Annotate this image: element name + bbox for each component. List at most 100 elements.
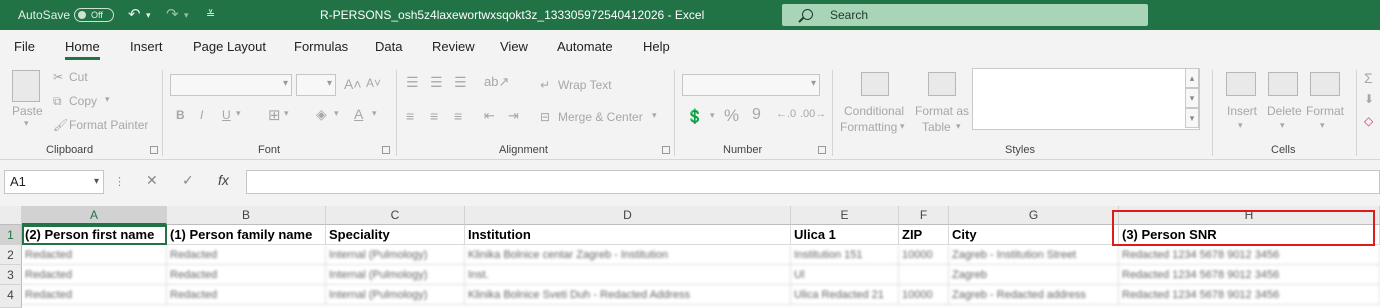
- table-cell[interactable]: Inst.: [465, 265, 791, 285]
- formula-input[interactable]: [246, 170, 1380, 194]
- alignment-launcher-icon[interactable]: [662, 146, 670, 154]
- tab-help[interactable]: Help: [643, 39, 670, 54]
- select-all-corner[interactable]: [0, 206, 22, 225]
- delete-dropdown-icon[interactable]: ▾: [1280, 120, 1285, 131]
- table-cell[interactable]: [899, 265, 949, 285]
- tab-data[interactable]: Data: [375, 39, 402, 54]
- autosum-icon[interactable]: Σ: [1364, 70, 1373, 86]
- table-cell[interactable]: Zagreb: [949, 265, 1119, 285]
- enter-icon[interactable]: ✓: [182, 172, 194, 189]
- underline-dropdown-icon[interactable]: ▾: [236, 108, 241, 119]
- font-color-icon[interactable]: A: [354, 106, 363, 122]
- column-header-f[interactable]: F: [899, 206, 949, 225]
- tab-page-layout[interactable]: Page Layout: [193, 39, 266, 54]
- header-cell-speciality[interactable]: Speciality: [326, 225, 465, 245]
- merge-dropdown-icon[interactable]: ▾: [652, 110, 657, 121]
- name-box[interactable]: A1: [4, 170, 104, 194]
- table-cell[interactable]: Redacted 1234 5678 9012 3456: [1119, 285, 1380, 305]
- fill-color-icon[interactable]: ◈: [316, 106, 327, 123]
- tab-insert[interactable]: Insert: [130, 39, 163, 54]
- header-cell-ulica[interactable]: Ulica 1: [791, 225, 899, 245]
- tab-file[interactable]: File: [14, 39, 35, 54]
- table-cell[interactable]: Ulica Redacted 21: [791, 285, 899, 305]
- header-cell-person-family-name[interactable]: (1) Person family name: [167, 225, 326, 245]
- styles-scroll-down-icon[interactable]: ▾: [1185, 88, 1199, 108]
- align-center-icon[interactable]: ≡: [430, 108, 438, 124]
- align-top-icon[interactable]: ☰: [406, 74, 419, 91]
- copy-button[interactable]: Copy: [69, 94, 97, 108]
- fill-color-dropdown-icon[interactable]: ▾: [334, 108, 339, 119]
- number-format-combo[interactable]: [682, 74, 820, 96]
- decrease-font-icon[interactable]: A˅: [366, 76, 381, 90]
- table-cell[interactable]: Redacted: [167, 285, 326, 305]
- table-cell[interactable]: Redacted: [22, 285, 167, 305]
- column-header-a[interactable]: A: [22, 206, 167, 225]
- borders-icon[interactable]: ⊞: [268, 106, 281, 124]
- conditional-formatting-button[interactable]: Conditional: [844, 104, 904, 118]
- tab-home[interactable]: Home: [65, 39, 100, 60]
- copy-dropdown-icon[interactable]: ▾: [105, 94, 110, 105]
- number-launcher-icon[interactable]: [818, 146, 826, 154]
- increase-decimal-icon[interactable]: ←.0: [776, 108, 796, 120]
- table-cell[interactable]: Internal (Pulmology): [326, 285, 465, 305]
- undo-dropdown-icon[interactable]: ▾: [146, 0, 151, 30]
- customize-quick-access-icon[interactable]: ≚: [206, 0, 215, 30]
- cut-button[interactable]: Cut: [69, 70, 88, 84]
- table-cell[interactable]: Zagreb - Redacted address: [949, 285, 1119, 305]
- column-header-b[interactable]: B: [167, 206, 326, 225]
- merge-center-button[interactable]: Merge & Center: [558, 110, 643, 124]
- table-cell[interactable]: Klinika Bolnice Sveti Duh - Redacted Add…: [465, 285, 791, 305]
- column-header-g[interactable]: G: [949, 206, 1119, 225]
- row-header-2[interactable]: 2: [0, 245, 22, 265]
- table-cell[interactable]: 10000: [899, 285, 949, 305]
- italic-button[interactable]: I: [200, 108, 203, 122]
- column-header-c[interactable]: C: [326, 206, 465, 225]
- borders-dropdown-icon[interactable]: ▾: [284, 108, 289, 119]
- insert-dropdown-icon[interactable]: ▾: [1238, 120, 1243, 131]
- table-cell[interactable]: Redacted: [167, 245, 326, 265]
- align-middle-icon[interactable]: ☰: [430, 74, 443, 91]
- format-dropdown-icon[interactable]: ▾: [1320, 120, 1325, 131]
- column-header-e[interactable]: E: [791, 206, 899, 225]
- row-header-4[interactable]: 4: [0, 285, 22, 308]
- format-painter-button[interactable]: Format Painter: [69, 118, 148, 132]
- font-launcher-icon[interactable]: [382, 146, 390, 154]
- table-cell[interactable]: Redacted: [22, 265, 167, 285]
- decrease-indent-icon[interactable]: ⇤: [484, 108, 495, 124]
- paste-button[interactable]: Paste: [12, 104, 43, 118]
- font-name-combo[interactable]: [170, 74, 292, 96]
- format-cells-button[interactable]: Format: [1306, 104, 1344, 118]
- header-cell-institution[interactable]: Institution: [465, 225, 791, 245]
- percent-button[interactable]: %: [724, 106, 739, 126]
- redo-dropdown-icon[interactable]: ▾: [184, 0, 189, 30]
- redo-icon[interactable]: ↷: [166, 0, 179, 30]
- table-cell[interactable]: Internal (Pulmology): [326, 245, 465, 265]
- table-cell[interactable]: Zagreb - Institution Street: [949, 245, 1119, 265]
- wrap-text-button[interactable]: Wrap Text: [558, 78, 612, 92]
- fill-icon[interactable]: ⬇: [1364, 92, 1374, 106]
- delete-cells-button[interactable]: Delete: [1267, 104, 1302, 118]
- table-cell[interactable]: Redacted: [167, 265, 326, 285]
- styles-scroll-up-icon[interactable]: ▴: [1185, 68, 1199, 88]
- underline-button[interactable]: U: [222, 108, 231, 122]
- undo-icon[interactable]: ↶: [128, 0, 141, 30]
- increase-font-icon[interactable]: A˄: [344, 76, 362, 92]
- autosave-toggle[interactable]: Off: [74, 8, 114, 22]
- increase-indent-icon[interactable]: ⇥: [508, 108, 519, 124]
- table-cell[interactable]: Klinika Bolnice centar Zagreb - Institut…: [465, 245, 791, 265]
- bold-button[interactable]: B: [176, 108, 185, 122]
- row-header-1[interactable]: 1: [0, 225, 22, 245]
- search-box[interactable]: Search: [782, 4, 1148, 26]
- tab-automate[interactable]: Automate: [557, 39, 613, 54]
- header-cell-city[interactable]: City: [949, 225, 1119, 245]
- tab-formulas[interactable]: Formulas: [294, 39, 348, 54]
- align-right-icon[interactable]: ≡: [454, 108, 462, 124]
- header-cell-zip[interactable]: ZIP: [899, 225, 949, 245]
- table-cell[interactable]: Institution 151: [791, 245, 899, 265]
- accounting-dropdown-icon[interactable]: ▾: [710, 110, 715, 121]
- paste-dropdown-icon[interactable]: ▾: [24, 118, 29, 129]
- orientation-icon[interactable]: ab↗: [484, 74, 509, 90]
- table-cell[interactable]: Redacted: [22, 245, 167, 265]
- font-color-dropdown-icon[interactable]: ▾: [372, 108, 377, 119]
- format-as-table-dropdown-icon[interactable]: ▾: [956, 121, 961, 132]
